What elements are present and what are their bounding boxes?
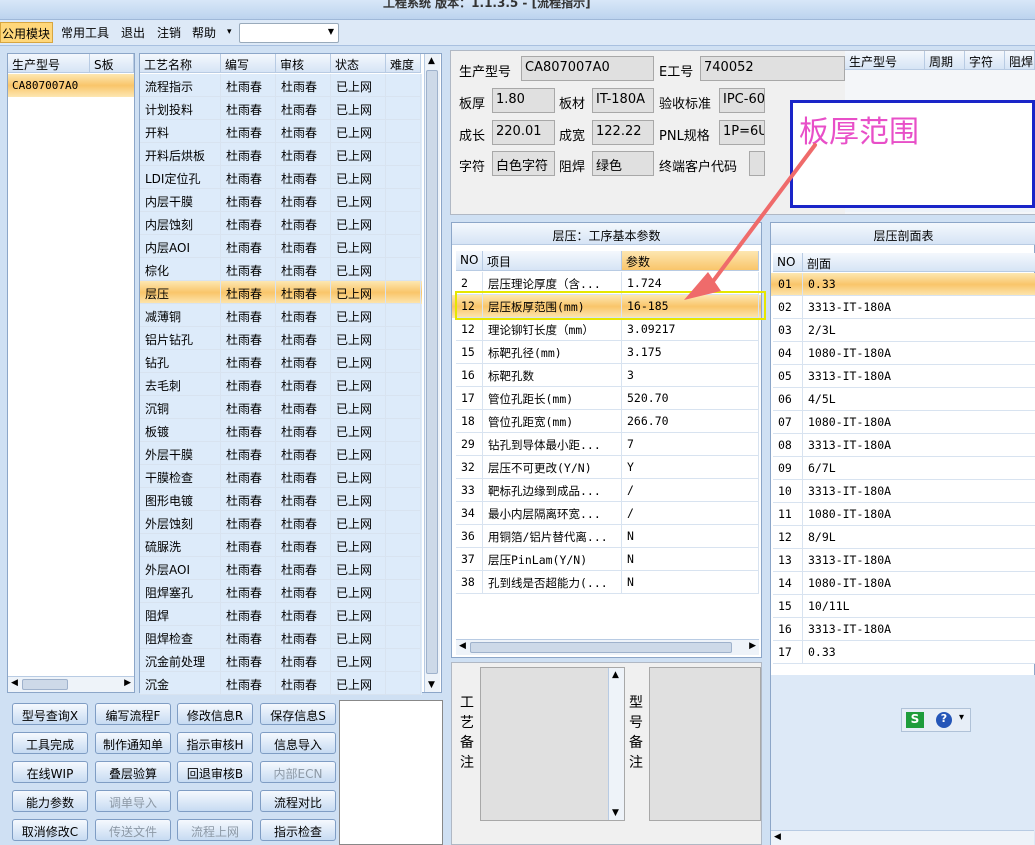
annotation-arrow-icon — [684, 143, 817, 300]
